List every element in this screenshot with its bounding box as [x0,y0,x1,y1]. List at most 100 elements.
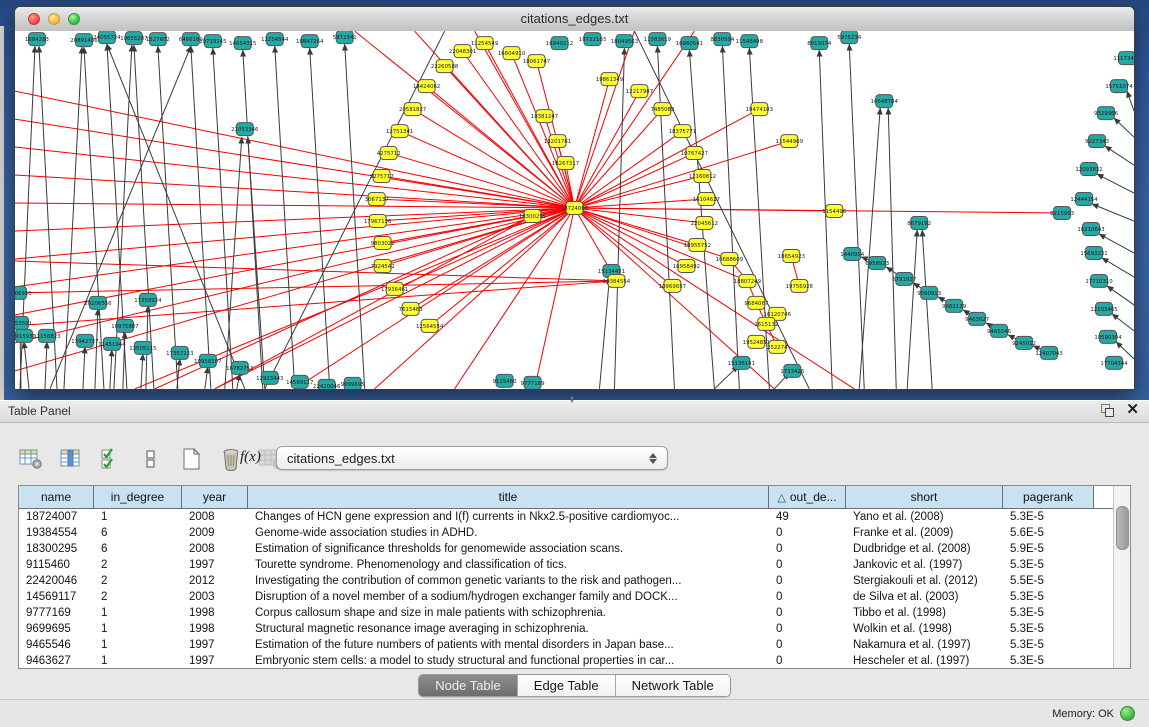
graph-node[interactable]: 5975234 [837,31,862,44]
graph-node[interactable]: 16104627 [693,193,720,206]
function-builder-icon[interactable]: f(x) [240,449,261,466]
table-row[interactable]: 946554611997Estimation of the future num… [19,637,1130,653]
clear-selection-icon[interactable] [138,446,164,472]
window-titlebar[interactable]: citations_edges.txt [15,7,1134,32]
graph-node[interactable]: 1615132 [754,317,778,330]
graph-node[interactable]: 18049563 [611,35,638,48]
graph-node[interactable]: 3067137 [365,193,389,206]
table-row[interactable]: 946362711997Embryonic stem cells: a mode… [19,653,1130,669]
graph-node[interactable]: 9062139 [942,299,967,312]
tab-network-table[interactable]: Network Table [616,675,730,696]
graph-node[interactable]: 18847264 [296,35,324,48]
graph-node[interactable]: 17359924 [134,293,162,306]
graph-node[interactable]: 6791927 [892,272,916,285]
graph-node[interactable]: 16210643 [1077,222,1104,235]
tab-node-table[interactable]: Node Table [419,675,518,696]
select-all-icon[interactable] [98,446,124,472]
column-header-name[interactable]: name [19,486,94,508]
graph-node[interactable]: 16267317 [552,157,579,170]
graph-node[interactable]: 9699695 [341,377,365,389]
graph-node[interactable]: 11173458 [1113,52,1134,65]
graph-node[interactable]: 12923443 [256,371,283,384]
float-panel-icon[interactable] [1100,403,1114,417]
graph-node[interactable]: 10590304 [1094,330,1122,343]
graph-node[interactable]: 9245012 [1012,336,1036,349]
graph-node[interactable]: 17710310 [1085,274,1113,287]
graph-node[interactable]: 4275712 [377,147,401,160]
graph-node[interactable]: 22420046 [313,379,341,389]
table-scrollbar[interactable] [1113,486,1130,668]
graph-node[interactable]: 10975887 [111,319,138,332]
graph-node[interactable]: 10688609 [716,252,744,265]
graph-node[interactable]: 252274 [767,340,788,353]
graph-node[interactable]: 8215953 [1050,207,1074,220]
graph-node[interactable]: 5972341 [333,31,357,44]
graph-node[interactable]: 11544969 [776,135,804,148]
graph-node[interactable]: 3275717 [370,170,394,183]
graph-node[interactable]: 11254549 [471,37,499,50]
graph-node[interactable]: 10655287 [120,32,147,45]
column-header-short[interactable]: short [846,486,1003,508]
graph-node[interactable]: 13201761 [544,135,571,148]
table-row[interactable]: 977716911998Corpus callosum shape and si… [19,605,1130,621]
graph-node[interactable]: 17704344 [1100,356,1128,369]
graph-node[interactable]: 6958923 [865,256,889,269]
graph-node[interactable]: 12217987 [626,85,653,98]
network-canvas[interactable]: 1684283208914062405572410655287152760264… [15,31,1134,389]
graph-node[interactable]: 12254544 [261,33,289,46]
new-file-icon[interactable] [178,446,204,472]
graph-node[interactable]: 12093832 [1075,163,1102,176]
graph-node[interactable]: 21053346 [231,123,259,136]
graph-node[interactable]: 17357223 [166,346,193,359]
graph-node[interactable]: 7924542 [371,259,395,272]
graph-node[interactable]: 16648784 [871,95,899,108]
graph-node[interactable]: 16604910 [498,47,526,60]
graph-node[interactable]: 9053501 [15,316,32,329]
graph-node[interactable]: 18061747 [523,55,550,68]
graph-node[interactable]: 18375771 [669,125,696,138]
graph-node[interactable]: 11583619 [644,33,672,46]
graph-node[interactable]: 8813074 [807,37,832,50]
graph-node[interactable]: 12444154 [1070,193,1098,206]
table-row[interactable]: 1872400712008Changes of HCN gene express… [19,509,1130,525]
graph-node[interactable]: 9777169 [521,376,546,389]
graph-node[interactable]: 1527602 [146,33,170,46]
table-scrollbar-thumb[interactable] [1116,506,1129,550]
graph-node[interactable]: 15693231 [1080,246,1107,259]
graph-node[interactable]: 11156823 [33,329,60,342]
graph-node[interactable]: 19474103 [746,103,773,116]
graph-node[interactable]: 14654315 [229,37,256,50]
graph-node[interactable]: 7615463 [399,302,423,315]
graph-node[interactable]: 22045612 [691,216,718,229]
graph-node[interactable]: 18955752 [684,238,711,251]
graph-node[interactable]: 9803022 [371,236,395,249]
table-row[interactable]: 2242004622012Investigating the contribut… [19,573,1130,589]
graph-node[interactable]: 11548498 [736,35,764,48]
table-row[interactable]: 911546021997Tourette syndrome. Phenomeno… [19,557,1130,573]
split-divider-grip[interactable]: ▲▼ [565,396,579,403]
graph-node[interactable]: 19756928 [786,279,814,292]
table-settings-icon[interactable] [18,446,44,472]
graph-node[interactable]: 22260588 [431,60,459,73]
column-header-title[interactable]: title [248,486,769,508]
graph-node[interactable]: 13942737 [71,334,98,347]
graph-node[interactable]: 12103465 [1090,302,1117,315]
table-row[interactable]: 1456911722003Disruption of a novel membe… [19,589,1130,605]
graph-node[interactable]: 9227343 [1085,135,1109,148]
column-visibility-icon[interactable] [58,446,84,472]
graph-node[interactable]: 16782753 [226,361,253,374]
graph-node[interactable]: 7485083 [650,103,674,116]
graph-node[interactable]: 13505115 [129,341,156,354]
graph-node[interactable]: 9465546 [987,324,1012,337]
graph-node[interactable]: 14569117 [286,375,313,388]
column-header-pagerank[interactable]: pagerank [1003,486,1094,508]
tab-edge-table[interactable]: Edge Table [518,675,616,696]
graph-node[interactable]: 10719145 [199,35,226,48]
table-row[interactable]: 1830029562008Estimation of significance … [19,541,1130,557]
graph-node[interactable]: 16960541 [676,37,703,50]
column-header-out_de[interactable]: △out_de... [769,486,846,508]
graph-node[interactable]: 23206950 [15,286,32,299]
graph-node[interactable]: 1154496 [822,205,847,218]
graph-node[interactable]: 9329966 [1094,107,1119,120]
graph-node[interactable]: 8830594 [710,33,735,46]
